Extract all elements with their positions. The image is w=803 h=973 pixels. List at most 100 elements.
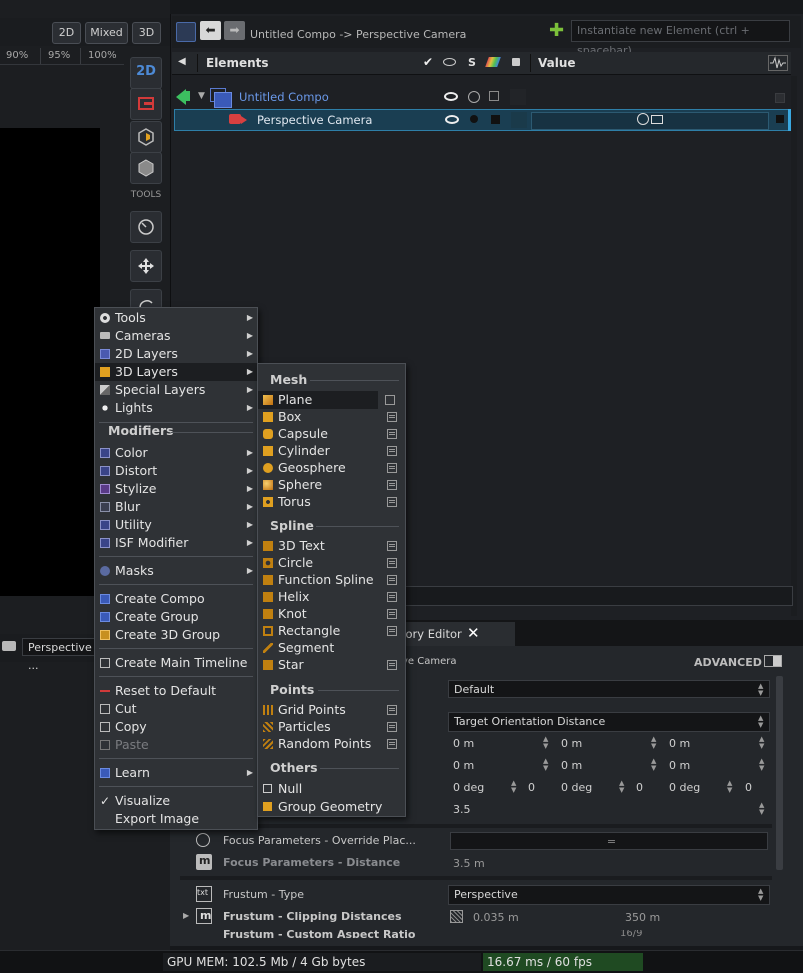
menu-item-isf-modifier[interactable]: ISF Modifier ▶ xyxy=(95,534,257,552)
waveform-icon[interactable] xyxy=(768,55,788,71)
menu-item-utility[interactable]: Utility ▶ xyxy=(95,516,257,534)
elements-scrollbar[interactable] xyxy=(791,76,797,616)
tag-square[interactable] xyxy=(491,115,500,124)
back-button[interactable]: ⬅ xyxy=(200,21,221,40)
tag-checkbox[interactable] xyxy=(489,91,499,101)
add-element-icon[interactable]: ✚ xyxy=(549,22,564,40)
menu-item-2d-layers[interactable]: 2D Layers ▶ xyxy=(95,345,257,363)
element-row-untitled-compo[interactable]: ▼ Untitled Compo xyxy=(174,87,791,108)
expand-arrow-icon[interactable]: ▶ xyxy=(183,911,189,920)
spinner-icon[interactable]: ▲ ▼ xyxy=(511,780,516,794)
mode-2d-tool[interactable]: 2D xyxy=(130,57,162,89)
torus-edit-icon[interactable] xyxy=(387,497,397,507)
spinner-icon[interactable]: ▲ ▼ xyxy=(619,780,624,794)
spinner-icon[interactable]: ▲ ▼ xyxy=(759,802,764,816)
text-edit-icon[interactable] xyxy=(387,541,397,551)
submenu-item-rectangle[interactable]: Rectangle xyxy=(258,622,405,640)
target-x-value[interactable]: 0 m xyxy=(453,759,474,772)
rotation-x-value[interactable]: 0 deg xyxy=(453,781,484,794)
menu-item-create-3d-group[interactable]: Create 3D Group xyxy=(95,626,257,644)
submenu-item-circle[interactable]: Circle xyxy=(258,554,405,572)
submenu-item-star[interactable]: Star xyxy=(258,656,405,674)
mode-3d-button[interactable]: 3D xyxy=(132,22,161,44)
submenu-item-helix[interactable]: Helix xyxy=(258,588,405,606)
compo-toggle-button[interactable] xyxy=(176,22,196,42)
inspector-scrollbar[interactable] xyxy=(776,676,783,870)
move-tool[interactable] xyxy=(130,250,162,282)
inspector-tab[interactable]: tory Editor ✕ xyxy=(395,622,515,646)
row-end-square[interactable] xyxy=(776,115,784,123)
menu-item-learn[interactable]: Learn ▶ xyxy=(95,764,257,782)
object-tool[interactable] xyxy=(130,152,162,184)
close-tab-icon[interactable]: ✕ xyxy=(467,624,480,642)
submenu-item-knot[interactable]: Knot xyxy=(258,605,405,623)
sphere-edit-icon[interactable] xyxy=(387,480,397,490)
spinner-icon[interactable]: ▲ ▼ xyxy=(651,736,656,750)
magnet-tool[interactable] xyxy=(130,88,162,120)
expand-arrow-icon[interactable]: ▼ xyxy=(198,91,205,101)
menu-item-distort[interactable]: Distort ▶ xyxy=(95,462,257,480)
menu-item-color[interactable]: Color ▶ xyxy=(95,444,257,462)
element-row-perspective-camera[interactable]: Perspective Camera xyxy=(174,109,791,131)
menu-item-export-image[interactable]: Export Image xyxy=(95,810,257,828)
random-points-edit-icon[interactable] xyxy=(387,739,397,749)
transform-tool[interactable] xyxy=(130,121,162,153)
lock-slot[interactable] xyxy=(510,89,526,105)
solo-column-header[interactable]: S xyxy=(468,56,476,70)
plane-edit-icon[interactable] xyxy=(385,395,395,405)
menu-item-cut[interactable]: Cut xyxy=(95,700,257,718)
visibility-eye-icon[interactable] xyxy=(445,115,459,124)
submenu-item-null[interactable]: Null xyxy=(258,780,405,798)
rotation-z-value[interactable]: 0 deg xyxy=(669,781,700,794)
submenu-item-random-points[interactable]: Random Points xyxy=(258,735,405,753)
position-x-value[interactable]: 0 m xyxy=(453,737,474,750)
submenu-item-grid-points[interactable]: Grid Points xyxy=(258,701,405,719)
element-name[interactable]: Untitled Compo xyxy=(239,90,329,104)
advanced-toggle[interactable] xyxy=(764,655,782,667)
spinner-icon[interactable]: ▲ ▼ xyxy=(543,758,548,772)
menu-item-stylize[interactable]: Stylize ▶ xyxy=(95,480,257,498)
spinner-icon[interactable]: ▲ ▼ xyxy=(651,758,656,772)
rotate-tool[interactable] xyxy=(130,289,162,309)
submenu-item-plane[interactable]: Plane xyxy=(258,391,378,409)
element-name[interactable]: Perspective Camera xyxy=(257,113,372,127)
target-y-value[interactable]: 0 m xyxy=(561,759,582,772)
menu-item-lights[interactable]: Lights ▶ xyxy=(95,399,257,417)
preset-dropdown[interactable]: Default xyxy=(448,680,770,698)
visibility-eye-icon[interactable] xyxy=(444,92,458,101)
submenu-item-geosphere[interactable]: Geosphere xyxy=(258,459,405,477)
position-z-value[interactable]: 0 m xyxy=(669,737,690,750)
zoom-100-label[interactable]: 100% xyxy=(88,50,117,61)
mode-mixed-button[interactable]: Mixed xyxy=(85,22,128,44)
mode-2d-button[interactable]: 2D xyxy=(52,22,81,44)
gauge-tool[interactable] xyxy=(130,211,162,243)
distance-value[interactable]: 3.5 xyxy=(453,803,471,816)
box-edit-icon[interactable] xyxy=(387,412,397,422)
capsule-edit-icon[interactable] xyxy=(387,429,397,439)
solo-dot-icon[interactable] xyxy=(470,115,478,123)
spinner-icon[interactable]: ▲ ▼ xyxy=(543,736,548,750)
rotation-y-turns[interactable]: 0 xyxy=(636,781,643,794)
menu-item-special-layers[interactable]: Special Layers ▶ xyxy=(95,381,257,399)
target-z-value[interactable]: 0 m xyxy=(669,759,690,772)
frustum-clip-far[interactable]: 350 m xyxy=(625,911,660,924)
submenu-item-particles[interactable]: Particles xyxy=(258,718,405,736)
instantiate-element-input[interactable]: Instantiate new Element (ctrl + spacebar… xyxy=(571,20,790,57)
menu-item-create-group[interactable]: Create Group xyxy=(95,608,257,626)
submenu-item-group-geometry[interactable]: Group Geometry xyxy=(258,798,405,816)
spinner-icon[interactable]: ▲ ▼ xyxy=(759,736,764,750)
menu-item-3d-layers[interactable]: 3D Layers ▶ xyxy=(95,363,257,381)
knot-edit-icon[interactable] xyxy=(387,609,397,619)
submenu-item-cylinder[interactable]: Cylinder xyxy=(258,442,405,460)
submenu-item-segment[interactable]: Segment xyxy=(258,639,405,657)
geosphere-edit-icon[interactable] xyxy=(387,463,397,473)
star-edit-icon[interactable] xyxy=(387,660,397,670)
submenu-item-3d-text[interactable]: 3D Text xyxy=(258,537,405,555)
lock-column-icon[interactable] xyxy=(512,58,520,66)
submenu-item-function-spline[interactable]: Function Spline xyxy=(258,571,405,589)
submenu-item-torus[interactable]: Torus xyxy=(258,493,405,511)
clip-link-icon[interactable] xyxy=(450,910,463,923)
viewport-canvas[interactable] xyxy=(0,128,100,596)
particles-edit-icon[interactable] xyxy=(387,722,397,732)
menu-item-tools[interactable]: Tools ▶ xyxy=(95,309,257,327)
